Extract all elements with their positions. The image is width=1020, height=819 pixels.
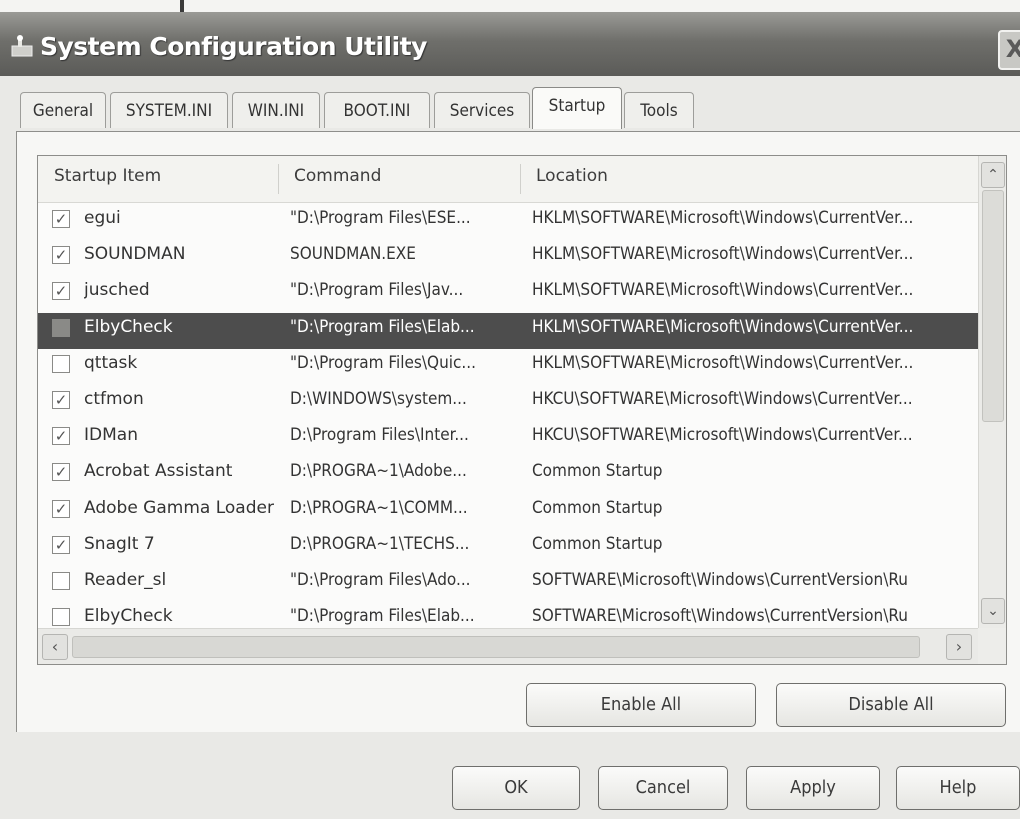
background-strip <box>0 0 1020 12</box>
startup-item-name: IDMan <box>84 425 138 446</box>
startup-location: HKLM\SOFTWARE\Microsoft\Windows\CurrentV… <box>532 244 914 265</box>
startup-location: HKLM\SOFTWARE\Microsoft\Windows\CurrentV… <box>532 208 914 228</box>
table-row[interactable]: ✓ SOUNDMAN SOUNDMAN.EXE HKLM\SOFTWARE\Micro… <box>38 240 978 276</box>
disable-all-button[interactable]: Disable All <box>776 683 1006 727</box>
window-title: System Configuration Utility <box>40 32 427 61</box>
startup-checkbox[interactable] <box>52 608 70 627</box>
startup-item-name: ElbyCheck <box>84 316 173 337</box>
column-divider[interactable] <box>520 164 521 194</box>
startup-checkbox[interactable]: ✓ <box>52 427 70 446</box>
startup-command: "D:\Program Files\Elab... <box>290 316 475 337</box>
column-divider[interactable] <box>278 164 279 194</box>
horizontal-scrollbar[interactable]: ‹ › <box>38 628 978 664</box>
startup-checkbox[interactable] <box>52 354 70 373</box>
startup-checkbox[interactable]: ✓ <box>52 246 70 265</box>
startup-location: HKCU\SOFTWARE\Microsoft\Windows\CurrentV… <box>532 425 913 446</box>
startup-checkbox[interactable]: ✓ <box>52 210 70 228</box>
startup-command: "D:\Program Files\Quic... <box>290 352 476 373</box>
table-row[interactable]: qttask "D:\Program Files\Quic... HKLM\SOFT… <box>38 349 978 385</box>
column-header-startup-item[interactable]: Startup Item <box>54 166 161 186</box>
startup-command: "D:\Program Files\Jav... <box>290 280 464 301</box>
startup-item-name: Adobe Gamma Loader <box>84 497 274 518</box>
startup-checkbox[interactable]: ✓ <box>52 463 70 482</box>
startup-command: "D:\Program Files\ESE... <box>290 208 471 228</box>
title-bar[interactable]: System Configuration Utility X <box>0 12 1020 76</box>
startup-command: D:\PROGRA~1\TECHS... <box>290 533 470 554</box>
startup-item-name: Acrobat Assistant <box>84 461 233 482</box>
startup-location: HKLM\SOFTWARE\Microsoft\Windows\CurrentV… <box>532 316 914 337</box>
startup-command: "D:\Program Files\Elab... <box>290 606 475 627</box>
table-row[interactable]: ✓ SnagIt 7 D:\PROGRA~1\TECHS... Common Star… <box>38 530 978 566</box>
scrollbar-corner <box>978 628 1006 664</box>
tab-win-ini[interactable]: WIN.INI <box>232 92 320 128</box>
startup-item-name: jusched <box>84 280 150 301</box>
help-button[interactable]: Help <box>896 766 1020 810</box>
startup-item-name: qttask <box>84 352 138 373</box>
startup-command: D:\Program Files\Inter... <box>290 425 469 446</box>
startup-command: D:\PROGRA~1\Adobe... <box>290 461 467 482</box>
startup-checkbox[interactable]: ✓ <box>52 282 70 301</box>
startup-location: HKLM\SOFTWARE\Microsoft\Windows\CurrentV… <box>532 352 914 373</box>
startup-location: SOFTWARE\Microsoft\Windows\CurrentVersio… <box>532 570 908 590</box>
scroll-up-icon[interactable]: ⌃ <box>981 162 1005 188</box>
startup-item-name: Reader_sl <box>84 570 167 590</box>
table-row[interactable]: ✓ egui "D:\Program Files\ESE... HKLM\SOFTWA… <box>38 204 978 240</box>
startup-item-name: ctfmon <box>84 389 144 409</box>
startup-item-name: SnagIt 7 <box>84 533 155 554</box>
table-row[interactable]: ✓ jusched "D:\Program Files\Jav... HKLM\SOF… <box>38 276 978 312</box>
column-header-command[interactable]: Command <box>294 166 381 186</box>
table-row[interactable]: ✓ ctfmon D:\WINDOWS\system... HKCU\SOFTWARE… <box>38 385 978 421</box>
list-header: Startup Item Command Location <box>38 156 978 203</box>
startup-checkbox[interactable] <box>52 318 70 337</box>
table-row[interactable]: Reader_sl "D:\Program Files\Ado... SOFTWAR… <box>38 566 978 602</box>
ok-button[interactable]: OK <box>452 766 580 810</box>
tab-tools[interactable]: Tools <box>624 92 694 128</box>
startup-item-name: egui <box>84 208 121 228</box>
table-row[interactable]: ElbyCheck "D:\Program Files\Elab... HKLM\S… <box>38 312 978 349</box>
startup-command: D:\PROGRA~1\COMM... <box>290 497 468 518</box>
startup-location: Common Startup <box>532 497 663 518</box>
horizontal-scroll-thumb[interactable] <box>72 636 920 658</box>
startup-command: "D:\Program Files\Ado... <box>290 570 471 590</box>
tab-services[interactable]: Services <box>434 92 530 128</box>
startup-items-list[interactable]: Startup Item Command Location ✓ egui "D:\P… <box>37 155 1007 665</box>
startup-checkbox[interactable]: ✓ <box>52 391 70 409</box>
tab-boot-ini[interactable]: BOOT.INI <box>324 92 430 128</box>
startup-item-name: SOUNDMAN <box>84 244 186 265</box>
table-row[interactable]: ✓ Adobe Gamma Loader D:\PROGRA~1\COMM... Co… <box>38 494 978 530</box>
scroll-left-icon[interactable]: ‹ <box>42 634 68 660</box>
startup-checkbox[interactable]: ✓ <box>52 499 70 518</box>
msconfig-app-icon <box>11 35 33 57</box>
scroll-down-icon[interactable]: ⌄ <box>981 598 1005 624</box>
startup-location: Common Startup <box>532 533 663 554</box>
table-row[interactable]: ✓ IDMan D:\Program Files\Inter... HKCU\SOFT… <box>38 421 978 457</box>
tab-system-ini[interactable]: SYSTEM.INI <box>110 92 228 128</box>
enable-all-button[interactable]: Enable All <box>526 683 756 727</box>
startup-location: SOFTWARE\Microsoft\Windows\CurrentVersio… <box>532 606 908 627</box>
startup-location: HKCU\SOFTWARE\Microsoft\Windows\CurrentV… <box>532 389 913 409</box>
table-row[interactable]: ✓ Acrobat Assistant D:\PROGRA~1\Adobe... Co… <box>38 457 978 493</box>
tab-startup[interactable]: Startup <box>532 87 622 129</box>
startup-checkbox[interactable] <box>52 572 70 590</box>
startup-location: Common Startup <box>532 461 663 482</box>
startup-command: D:\WINDOWS\system... <box>290 389 467 409</box>
column-header-location[interactable]: Location <box>536 166 608 186</box>
startup-checkbox[interactable]: ✓ <box>52 535 70 554</box>
startup-item-name: ElbyCheck <box>84 606 173 627</box>
close-icon[interactable]: X <box>998 30 1020 70</box>
startup-command: SOUNDMAN.EXE <box>290 244 416 265</box>
vertical-scrollbar[interactable]: ⌃ ⌄ <box>978 156 1006 628</box>
vertical-scroll-thumb[interactable] <box>982 190 1004 422</box>
startup-location: HKLM\SOFTWARE\Microsoft\Windows\CurrentV… <box>532 280 914 301</box>
cancel-button[interactable]: Cancel <box>598 766 728 810</box>
background-divider <box>180 0 184 12</box>
scroll-right-icon[interactable]: › <box>946 634 972 660</box>
tab-general[interactable]: General <box>20 92 106 128</box>
apply-button[interactable]: Apply <box>746 766 880 810</box>
